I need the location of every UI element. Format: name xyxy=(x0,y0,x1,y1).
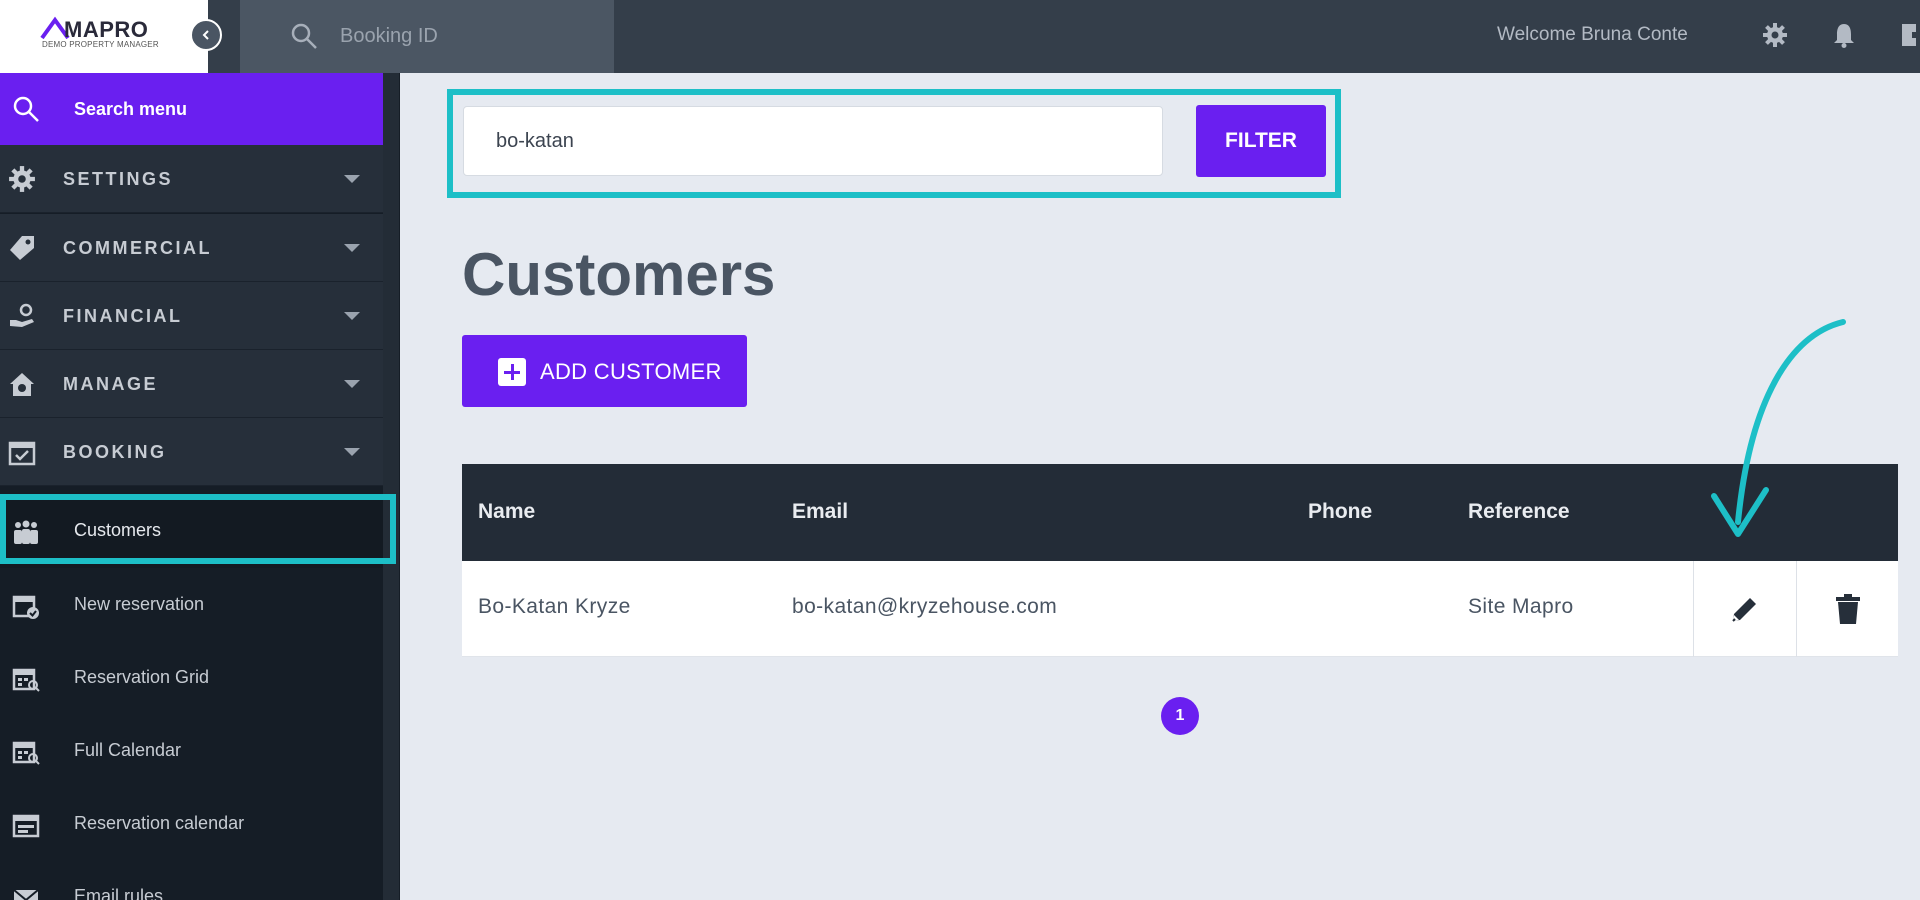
trash-icon xyxy=(1835,594,1860,624)
sidebar-section-settings[interactable]: SETTINGS xyxy=(0,145,383,213)
sidebar-item-new-reservation[interactable]: New reservation xyxy=(0,570,383,642)
filter-button[interactable]: FILTER xyxy=(1196,105,1326,177)
sidebar-section-booking[interactable]: BOOKING xyxy=(0,418,383,486)
booking-search xyxy=(240,0,614,73)
caret-down-icon xyxy=(344,448,360,456)
pagination-page-1[interactable]: 1 xyxy=(1161,697,1199,735)
caret-down-icon xyxy=(344,244,360,252)
sidebar-item-label: Reservation calendar xyxy=(74,813,245,833)
sidebar-item-label: Customers xyxy=(74,520,162,540)
people-icon xyxy=(14,520,38,544)
sidebar-item-reservation-calendar[interactable]: Reservation calendar xyxy=(0,789,383,861)
column-header-reference[interactable]: Reference xyxy=(1468,500,1570,524)
sidebar-item-label: Reservation Grid xyxy=(74,667,210,687)
logout-icon[interactable] xyxy=(1900,22,1920,48)
caret-down-icon xyxy=(344,380,360,388)
calendar-grid-icon xyxy=(12,668,40,692)
sidebar-item-customers[interactable]: Customers xyxy=(0,496,383,568)
sidebar-collapse-button[interactable] xyxy=(190,19,222,51)
calendar-plus-icon xyxy=(12,595,39,619)
chevron-left-icon xyxy=(202,30,209,40)
column-header-phone[interactable]: Phone xyxy=(1308,500,1372,524)
envelope-icon xyxy=(13,889,39,900)
sidebar-item-reservation-grid[interactable]: Reservation Grid xyxy=(0,643,383,715)
booking-id-input[interactable] xyxy=(340,18,600,54)
house-gear-icon xyxy=(10,373,34,396)
hand-coin-icon xyxy=(10,303,34,327)
brand-subtitle: DEMO PROPERTY MANAGER xyxy=(42,40,159,49)
sidebar-section-label: MANAGE xyxy=(63,374,158,394)
top-bar: MAPRO DEMO PROPERTY MANAGER Welcome Brun… xyxy=(0,0,1920,73)
cell-reference: Site Mapro xyxy=(1468,595,1574,618)
tag-icon xyxy=(10,236,34,260)
bell-icon[interactable] xyxy=(1832,22,1856,48)
sidebar-section-commercial[interactable]: COMMERCIAL xyxy=(0,214,383,282)
sidebar-section-label: FINANCIAL xyxy=(63,306,183,326)
calendar-check-icon xyxy=(8,441,36,466)
sidebar-section-label: COMMERCIAL xyxy=(63,238,212,258)
sidebar-section-financial[interactable]: FINANCIAL xyxy=(0,282,383,350)
sidebar-scrollbar[interactable] xyxy=(383,73,399,900)
column-header-email[interactable]: Email xyxy=(792,500,848,524)
add-customer-label: ADD CUSTOMER xyxy=(540,359,722,384)
search-icon xyxy=(291,23,317,49)
sidebar-item-full-calendar[interactable]: Full Calendar xyxy=(0,716,383,788)
gear-icon xyxy=(9,166,35,192)
sidebar-item-email-rules[interactable]: Email rules xyxy=(0,862,383,900)
plus-icon xyxy=(498,358,526,386)
edit-button[interactable] xyxy=(1693,561,1795,657)
search-icon xyxy=(13,96,39,122)
search-menu[interactable]: Search menu xyxy=(0,73,383,145)
sidebar-section-manage[interactable]: MANAGE xyxy=(0,350,383,418)
column-header-name[interactable]: Name xyxy=(478,500,535,524)
welcome-text: Welcome Bruna Conte xyxy=(1497,24,1688,45)
gear-icon[interactable] xyxy=(1762,22,1788,48)
sidebar-item-label: New reservation xyxy=(74,594,205,614)
caret-down-icon xyxy=(344,175,360,183)
add-customer-button[interactable]: ADD CUSTOMER xyxy=(462,335,747,407)
cell-name: Bo-Katan Kryze xyxy=(478,595,631,618)
search-menu-label: Search menu xyxy=(74,99,188,119)
filter-input[interactable] xyxy=(463,106,1163,176)
delete-button[interactable] xyxy=(1796,561,1898,657)
calendar-list-icon xyxy=(12,814,40,838)
table-header: Name Email Phone Reference xyxy=(462,464,1898,561)
sidebar-item-label: Email rules xyxy=(74,886,164,900)
sidebar-section-label: BOOKING xyxy=(63,442,167,462)
page-title: Customers xyxy=(462,241,776,308)
sidebar-item-label: Full Calendar xyxy=(74,740,182,760)
caret-down-icon xyxy=(344,312,360,320)
cell-email: bo-katan@kryzehouse.com xyxy=(792,595,1058,618)
calendar-search-icon xyxy=(12,741,40,765)
logo[interactable]: MAPRO DEMO PROPERTY MANAGER xyxy=(0,0,208,73)
pencil-icon xyxy=(1731,598,1756,622)
sidebar-section-label: SETTINGS xyxy=(63,169,174,189)
table-row: Bo-Katan Kryze bo-katan@kryzehouse.com S… xyxy=(462,561,1898,657)
